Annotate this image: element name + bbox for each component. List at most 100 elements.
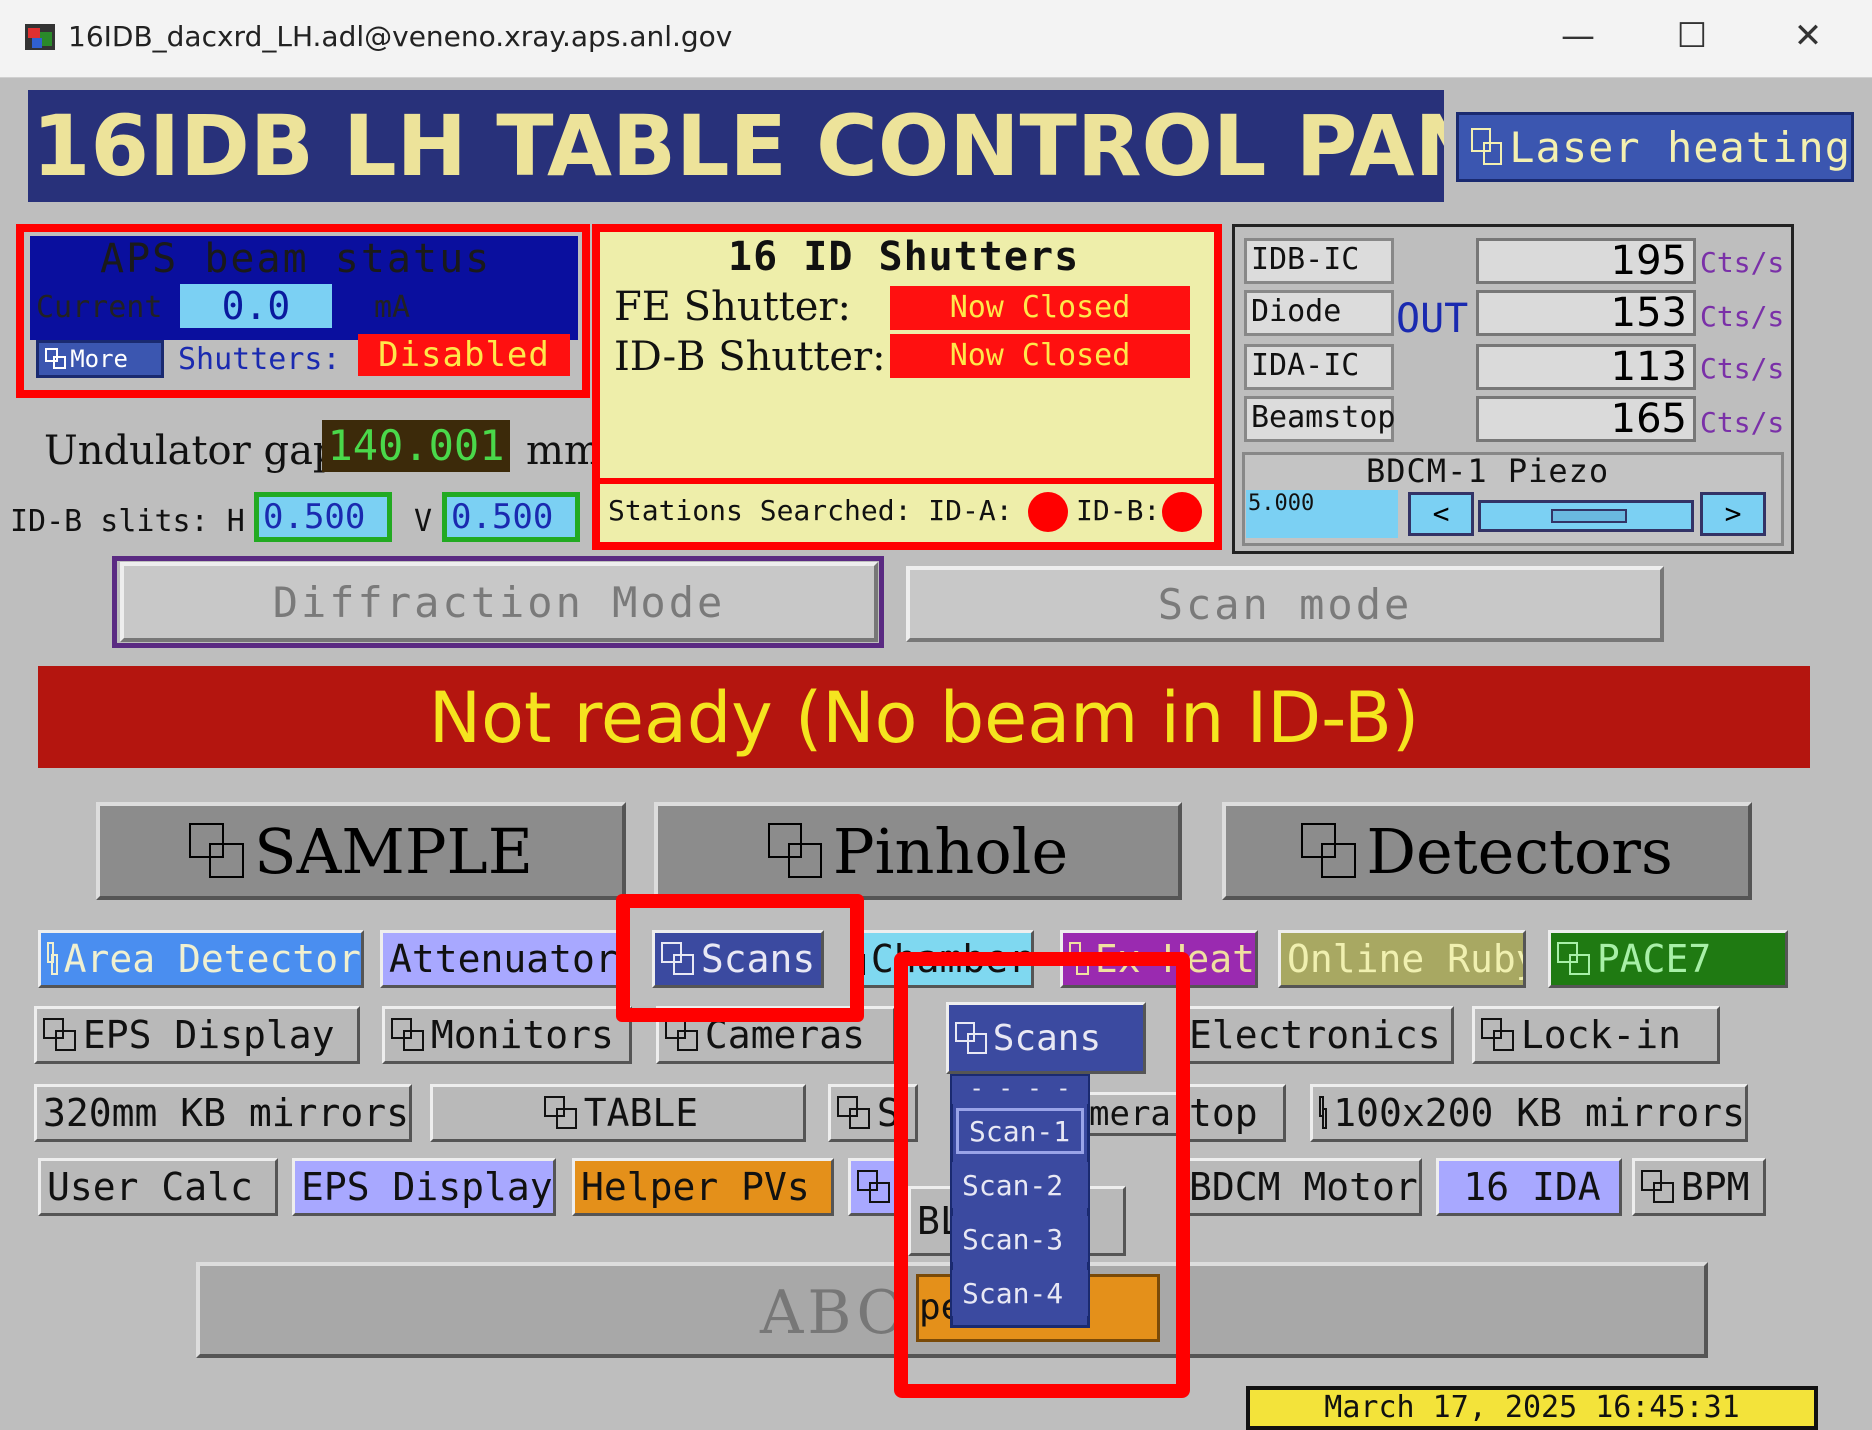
counter-unit-idb-ic: Cts/s [1700,246,1785,279]
lock-in-label: Lock-in [1520,1013,1682,1057]
slit-h-input[interactable]: 0.500 [254,492,392,542]
related-display-icon [1301,823,1357,879]
counter-status: OUT [1396,296,1469,342]
counter-unit-diode: Cts/s [1700,300,1785,333]
detectors-button[interactable]: Detectors [1222,802,1752,900]
beamstop-label: top [1189,1091,1258,1135]
shutters-status: Disabled [358,334,570,376]
counter-label-ida-ic: IDA-IC [1244,344,1394,390]
related-display-icon [1557,941,1591,976]
pace7-button[interactable]: PACE7 [1548,930,1788,988]
area-detector-label: Area Detector [63,937,361,981]
undulator-label: Undulator gap [44,428,339,474]
scans-button[interactable]: Scans [652,930,824,988]
counter-value-diode: 153 [1476,290,1696,336]
user-calc-button[interactable]: User Calc [38,1158,278,1216]
kb320-button[interactable]: 320mm KB mirrors [34,1084,412,1142]
related-display-icon [189,823,245,879]
stations-label: Stations Searched: ID-A: [608,494,1013,527]
fe-shutter-label: FE Shutter: [614,284,852,330]
bpm-button[interactable]: BPM [1632,1158,1766,1216]
slit-v-input[interactable]: 0.500 [442,492,580,542]
more-label: More [70,345,128,373]
bdcm-decrement-button[interactable]: < [1408,492,1474,536]
scans-menu-item-scan-4[interactable]: Scan-4 [952,1270,1088,1316]
ida16-button[interactable]: 16 IDA [1436,1158,1622,1216]
lock-in-button[interactable]: Lock-in [1472,1006,1720,1064]
eps-display-button[interactable]: EPS Display [34,1006,360,1064]
helper-pvs-button[interactable]: Helper PVs [572,1158,834,1216]
shutters-title: 16 ID Shutters [728,234,1080,280]
bdcm-increment-button[interactable]: > [1700,492,1766,536]
kb320-label: 320mm KB mirrors [43,1091,410,1135]
related-display-icon [661,941,695,976]
maximize-button[interactable]: ☐ [1662,14,1722,58]
undulator-unit: mm [526,428,602,474]
bpm-label: BPM [1680,1165,1750,1209]
clock-display: March 17, 2025 16:45:31 [1246,1386,1818,1430]
diffraction-mode-button[interactable]: Diffraction Mode [120,562,878,642]
idb-station-indicator [1162,492,1202,532]
ida16-label: 16 IDA [1463,1165,1601,1209]
bdcm-motors-button[interactable]: BDCM Motors [1176,1158,1422,1216]
table-label: TABLE [583,1091,699,1135]
counter-value-ida-ic: 113 [1476,344,1696,390]
stations-divider [600,478,1214,484]
aps-more-button[interactable]: More [36,340,164,378]
helper-pvs-label: Helper PVs [581,1165,810,1209]
attenuators-button[interactable]: Attenuators [380,930,620,988]
bdcm-slider[interactable] [1478,500,1694,532]
related-display-icon [47,941,58,976]
counter-value-idb-ic: 195 [1476,238,1696,284]
status-banner: Not ready (No beam in ID-B) [38,666,1810,768]
counter-unit-ida-ic: Cts/s [1700,352,1785,385]
area-detector-button[interactable]: Area Detector [38,930,364,988]
online-ruby-button[interactable]: Online Ruby [1278,930,1526,988]
related-display-icon [543,1095,578,1130]
sample-label: SAMPLE [254,814,533,888]
online-ruby-label: Online Ruby [1287,937,1526,981]
monitors-button[interactable]: Monitors [382,1006,632,1064]
app-icon [24,22,58,54]
eps-display-2-button[interactable]: EPS Display [292,1158,556,1216]
kb100-button[interactable]: 100x200 KB mirrors [1310,1084,1748,1142]
beamstop-button[interactable]: top [1180,1084,1286,1142]
electronics-button[interactable]: Electronics [1176,1006,1454,1064]
current-label: Current [36,290,163,325]
slit-v-label: V [414,504,433,539]
window-title: 16IDB_dacxrd_LH.adl@veneno.xray.aps.anl.… [68,20,733,53]
current-unit: mA [374,290,411,325]
electronics-label: Electronics [1189,1013,1441,1057]
bdcm-title: BDCM-1 Piezo [1366,452,1610,490]
sample-button[interactable]: SAMPLE [96,802,626,900]
aps-beam-title: APS beam status [100,236,492,282]
close-button[interactable]: ✕ [1778,14,1838,58]
counter-value-beamstop: 165 [1476,396,1696,442]
kb100-label: 100x200 KB mirrors [1333,1091,1745,1135]
table-button[interactable]: TABLE [430,1084,806,1142]
counter-label-diode: Diode [1244,290,1394,336]
bdcm-value-input[interactable]: 5.000 [1246,490,1398,538]
scans-menu-header[interactable]: Scans [946,1002,1146,1074]
scans-menu-item-scan-3[interactable]: Scan-3 [952,1216,1088,1262]
attenuators-label: Attenuators [389,937,620,981]
scans-menu-separator: - - - - [952,1076,1088,1104]
related-display-icon [45,348,67,370]
related-display-icon [391,1017,425,1052]
current-value: 0.0 [180,284,332,328]
scans-label: Scans [700,937,816,981]
laser-heating-button[interactable]: Laser heating [1456,112,1854,182]
scans-menu-item-scan-2[interactable]: Scan-2 [952,1162,1088,1208]
scan-mode-button[interactable]: Scan mode [906,566,1664,642]
bdcm-slider-thumb[interactable] [1551,509,1627,523]
scans-menu-item-scan-1[interactable]: Scan-1 [956,1108,1084,1154]
bdcm-motors-label: BDCM Motors [1189,1165,1422,1209]
minimize-button[interactable]: — [1548,14,1608,58]
idb-shutter-label: ID-B Shutter: [614,334,886,380]
pinhole-button[interactable]: Pinhole [654,802,1182,900]
related-display-icon [43,1017,77,1052]
pace7-label: PACE7 [1596,937,1712,981]
monitors-label: Monitors [430,1013,614,1057]
counter-unit-beamstop: Cts/s [1700,406,1785,439]
scans-menu-header-label: Scans [992,1017,1102,1059]
